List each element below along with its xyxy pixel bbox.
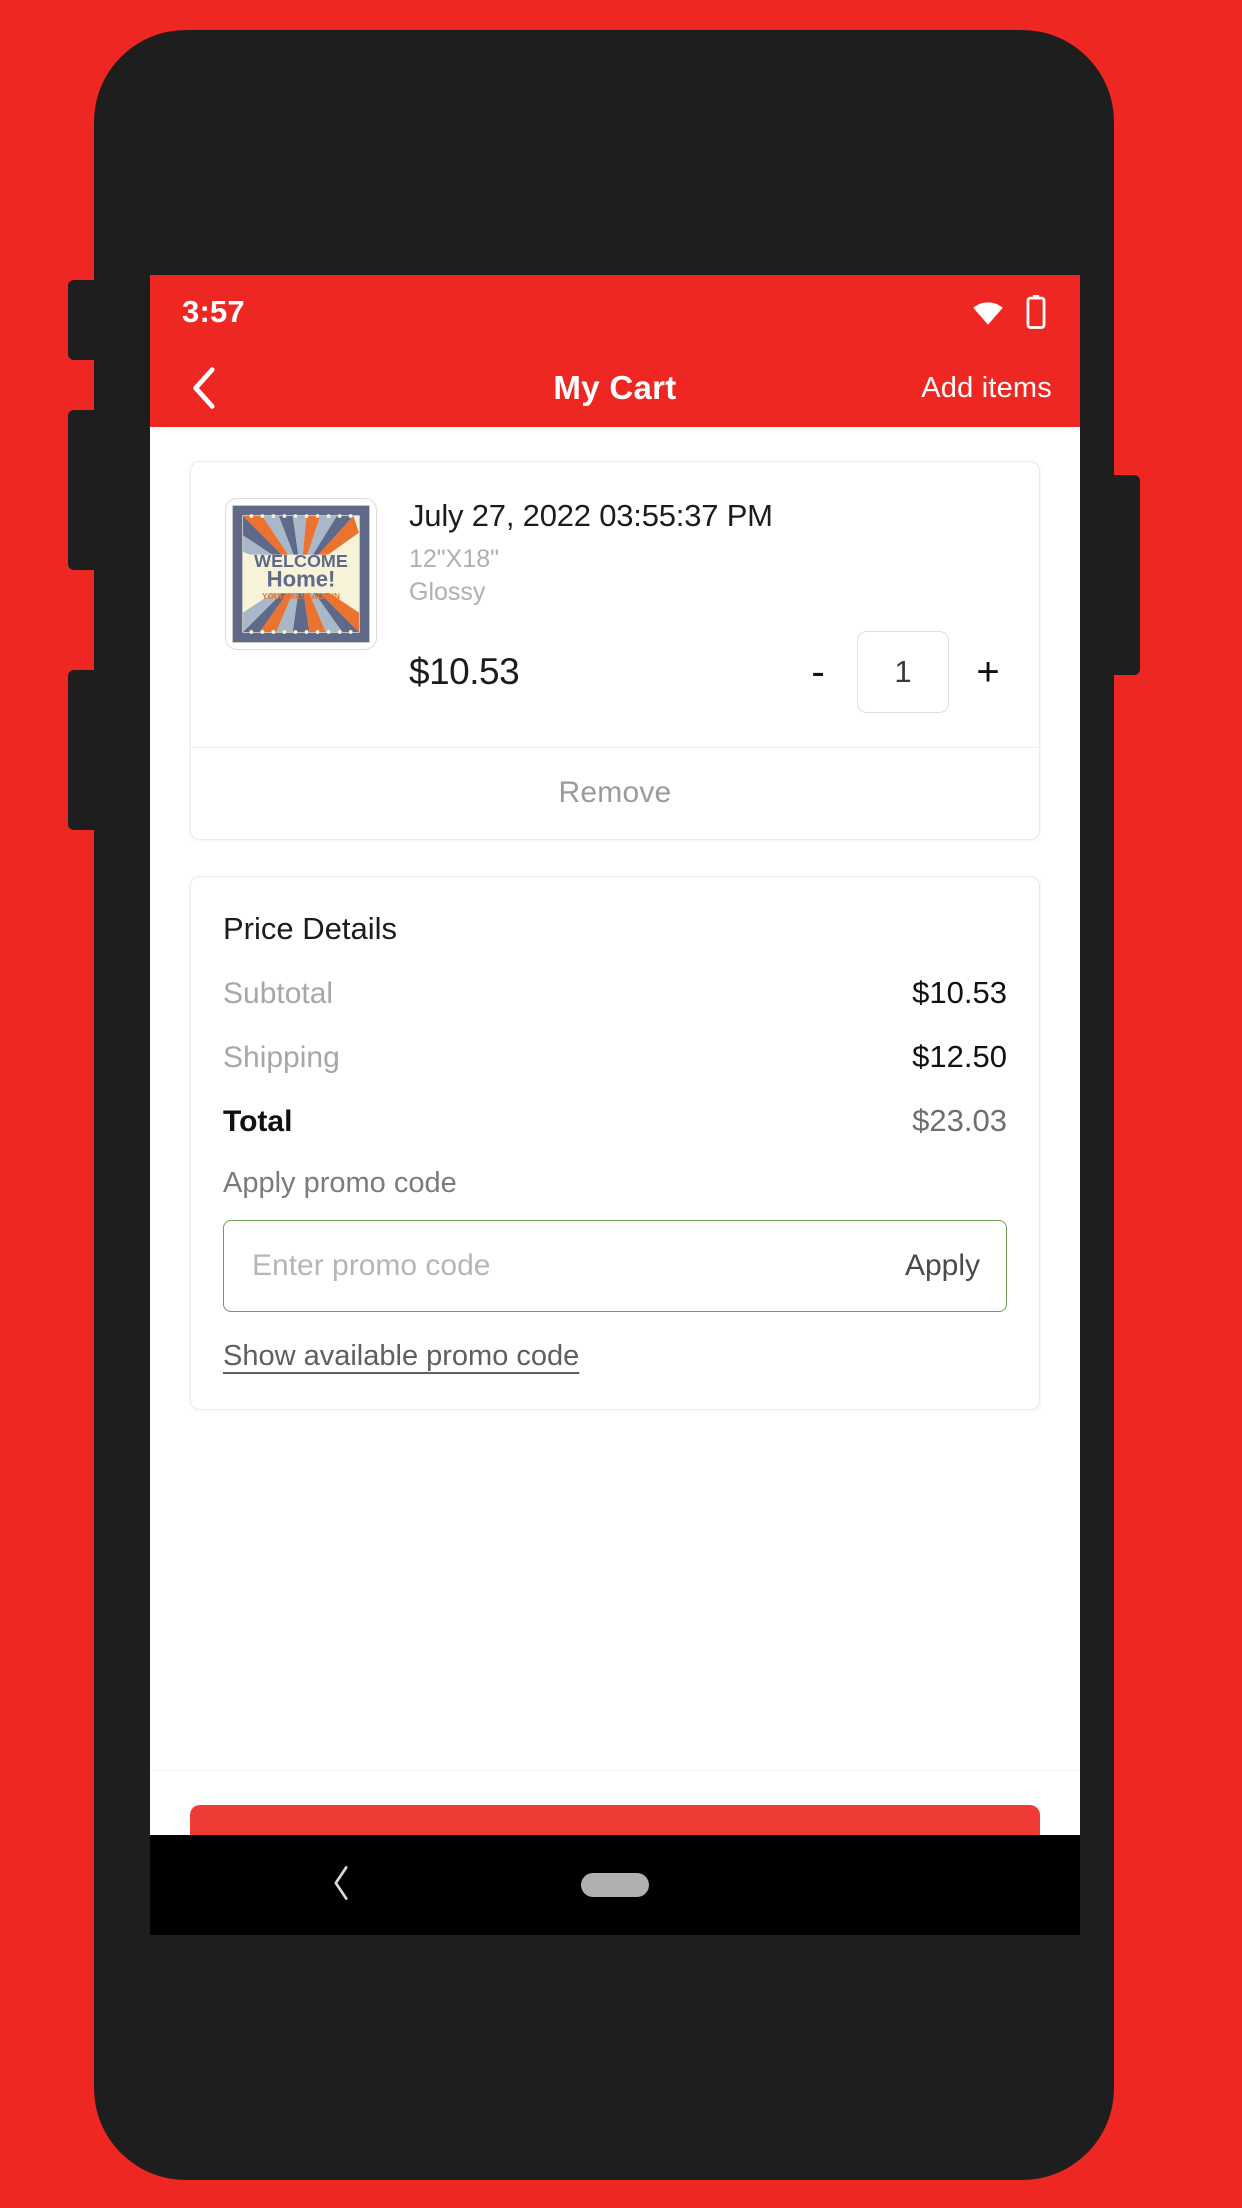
cart-item-row: WELCOME Home! YOUR MESSAGE IN July 27, 2… bbox=[191, 462, 1039, 747]
product-thumbnail[interactable]: WELCOME Home! YOUR MESSAGE IN bbox=[225, 498, 377, 650]
subtotal-value: $10.53 bbox=[912, 974, 1007, 1010]
quantity-value[interactable]: 1 bbox=[857, 630, 949, 713]
app-bar: My Cart Add items bbox=[150, 349, 1080, 427]
price-row-total: Total $23.03 bbox=[223, 1103, 1007, 1139]
show-available-promo-link[interactable]: Show available promo code bbox=[223, 1340, 579, 1373]
cart-item-card: WELCOME Home! YOUR MESSAGE IN July 27, 2… bbox=[190, 461, 1040, 840]
price-row-subtotal: Subtotal $10.53 bbox=[223, 975, 1007, 1011]
wifi-icon bbox=[970, 298, 1006, 326]
subtotal-label: Subtotal bbox=[223, 976, 334, 1010]
volume-up-button[interactable] bbox=[68, 280, 96, 360]
shipping-value: $12.50 bbox=[912, 1038, 1007, 1074]
price-row-shipping: Shipping $12.50 bbox=[223, 1039, 1007, 1075]
cart-item-finish: Glossy bbox=[409, 578, 486, 607]
cart-item-title: July 27, 2022 03:55:37 PM bbox=[409, 498, 773, 533]
poster-line-2: Home! bbox=[267, 566, 336, 591]
android-home-pill[interactable] bbox=[581, 1873, 649, 1897]
quantity-stepper: - 1 + bbox=[801, 630, 1005, 713]
add-items-button[interactable]: Add items bbox=[921, 372, 1052, 405]
battery-icon bbox=[1026, 295, 1046, 329]
volume-down-button[interactable] bbox=[68, 410, 96, 570]
remove-item-label: Remove bbox=[558, 776, 672, 809]
total-value: $23.03 bbox=[912, 1102, 1007, 1138]
phone-screen: 3:57 My Cart Add items WELCOME Home! YOU… bbox=[150, 275, 1080, 1935]
promo-code-field[interactable]: Apply bbox=[223, 1219, 1007, 1312]
status-time: 3:57 bbox=[182, 294, 245, 329]
apply-promo-button[interactable]: Apply bbox=[905, 1249, 980, 1283]
remove-item-button[interactable]: Remove bbox=[191, 746, 1039, 839]
status-bar: 3:57 bbox=[150, 275, 1080, 349]
welcome-home-poster-icon: WELCOME Home! YOUR MESSAGE IN bbox=[232, 505, 370, 643]
promo-section-label: Apply promo code bbox=[223, 1166, 457, 1199]
back-button[interactable] bbox=[180, 365, 226, 411]
poster-line-3: YOUR MESSAGE IN bbox=[262, 592, 340, 601]
cart-item-size: 12"X18" bbox=[409, 545, 500, 573]
back-chevron-icon bbox=[193, 367, 215, 409]
cart-content: WELCOME Home! YOUR MESSAGE IN July 27, 2… bbox=[150, 427, 1080, 1770]
cart-item-price: $10.53 bbox=[409, 650, 520, 692]
nav-back-icon bbox=[334, 1865, 348, 1900]
shipping-label: Shipping bbox=[223, 1040, 340, 1074]
price-details-card: Price Details Subtotal $10.53 Shipping $… bbox=[190, 875, 1040, 1410]
cart-item-price-qty: $10.53 - 1 + bbox=[409, 630, 1005, 713]
status-icons bbox=[970, 295, 1046, 329]
price-details-heading: Price Details bbox=[223, 910, 397, 946]
quantity-increment-button[interactable]: + bbox=[971, 652, 1005, 692]
quantity-decrement-button[interactable]: - bbox=[801, 652, 835, 692]
power-button[interactable] bbox=[1112, 475, 1140, 675]
android-navigation-bar bbox=[150, 1835, 1080, 1935]
promo-code-input[interactable] bbox=[252, 1248, 889, 1283]
cart-item-info: July 27, 2022 03:55:37 PM 12"X18" Glossy… bbox=[409, 498, 1005, 713]
assistant-button[interactable] bbox=[68, 670, 96, 830]
android-back-button[interactable] bbox=[330, 1864, 352, 1907]
total-label: Total bbox=[223, 1104, 293, 1138]
